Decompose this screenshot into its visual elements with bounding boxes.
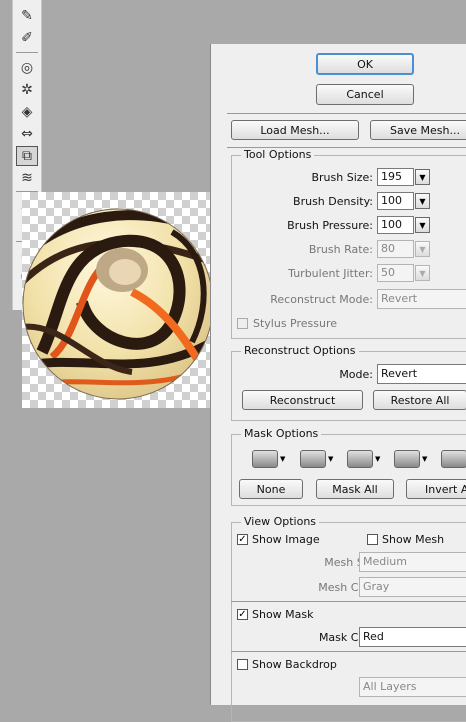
mesh-size-select: Medium: [359, 552, 466, 572]
show-mask-label: Show Mask: [252, 608, 314, 621]
use-select: All Layers: [359, 677, 466, 697]
bloat-icon[interactable]: ◈: [16, 102, 38, 122]
mirror-icon[interactable]: ⧉: [16, 146, 38, 166]
twirl-icon[interactable]: ◎: [16, 58, 38, 78]
brush-pressure-label: Brush Pressure:: [287, 219, 373, 232]
show-image-checkbox[interactable]: ✓: [237, 534, 248, 545]
mask-options-title: Mask Options: [241, 427, 322, 440]
subtract-from-selection-mask-button[interactable]: ▼: [347, 449, 383, 469]
invert-selection-mask-button[interactable]: [441, 449, 466, 469]
intersect-selection-mask-button[interactable]: ▼: [394, 449, 430, 469]
view-options-title: View Options: [241, 515, 320, 528]
toolbar-divider: [16, 52, 38, 53]
save-mesh-button[interactable]: Save Mesh...: [370, 120, 466, 140]
image-preview-canvas[interactable]: [22, 192, 210, 408]
brush-size-label: Brush Size:: [311, 171, 373, 184]
show-mesh-checkbox[interactable]: [367, 534, 378, 545]
mask-color-select[interactable]: Red: [359, 627, 466, 647]
mode-label: Mode:: [339, 368, 373, 381]
divider: [227, 113, 466, 114]
replace-selection-mask-button[interactable]: ▼: [252, 449, 288, 469]
stylus-pressure-checkbox: [237, 318, 248, 329]
reconstruct-icon[interactable]: ✐: [16, 28, 38, 48]
add-to-selection-mask-button[interactable]: ▼: [300, 449, 336, 469]
brush-density-dropdown[interactable]: ▼: [415, 193, 430, 209]
pucker-icon[interactable]: ✲: [16, 80, 38, 100]
restore-all-button[interactable]: Restore All: [373, 390, 466, 410]
mesh-color-select: Gray: [359, 577, 466, 597]
show-mesh-label: Show Mesh: [382, 533, 445, 546]
brush-pressure-field[interactable]: 100: [377, 216, 414, 234]
reconstruct-mode-dropdown[interactable]: Revert: [377, 364, 466, 384]
show-backdrop-checkbox[interactable]: [237, 659, 248, 670]
liquify-options-panel: OK Cancel Load Mesh... Save Mesh... Tool…: [210, 44, 466, 722]
reconstruct-mode-select: Revert: [377, 289, 466, 309]
mask-all-button[interactable]: Mask All: [316, 479, 394, 499]
forward-warp-icon[interactable]: ✎: [16, 6, 38, 26]
brush-size-field[interactable]: 195: [377, 168, 414, 186]
tool-options-title: Tool Options: [241, 148, 315, 161]
brush-pressure-dropdown[interactable]: ▼: [415, 217, 430, 233]
brush-density-field[interactable]: 100: [377, 192, 414, 210]
invert-all-button[interactable]: Invert All: [406, 479, 466, 499]
liquified-image: [22, 208, 210, 400]
load-mesh-button[interactable]: Load Mesh...: [231, 120, 359, 140]
reconstruct-mode-label: Reconstruct Mode:: [270, 293, 373, 306]
divider: [231, 651, 466, 652]
turbulent-jitter-label: Turbulent Jitter:: [288, 267, 373, 280]
turbulent-jitter-dropdown: ▼: [415, 265, 430, 281]
stylus-pressure-label: Stylus Pressure: [253, 317, 338, 330]
ok-button[interactable]: OK: [316, 53, 414, 75]
reconstruct-options-title: Reconstruct Options: [241, 344, 359, 357]
turbulent-jitter-field: 50: [377, 264, 414, 282]
brush-rate-dropdown: ▼: [415, 241, 430, 257]
brush-rate-label: Brush Rate:: [308, 243, 373, 256]
show-backdrop-label: Show Backdrop: [252, 658, 337, 671]
turbulence-icon[interactable]: ≋: [16, 168, 38, 188]
divider: [231, 601, 466, 602]
reconstruct-options-group: [231, 351, 466, 421]
brush-size-dropdown[interactable]: ▼: [415, 169, 430, 185]
brush-density-label: Brush Density:: [293, 195, 373, 208]
push-left-icon[interactable]: ⇔: [16, 124, 38, 144]
reconstruct-button[interactable]: Reconstruct: [242, 390, 363, 410]
brush-rate-field: 80: [377, 240, 414, 258]
mask-none-button[interactable]: None: [239, 479, 303, 499]
cancel-button[interactable]: Cancel: [316, 84, 414, 105]
show-image-label: Show Image: [252, 533, 320, 546]
show-mask-checkbox[interactable]: ✓: [237, 609, 248, 620]
